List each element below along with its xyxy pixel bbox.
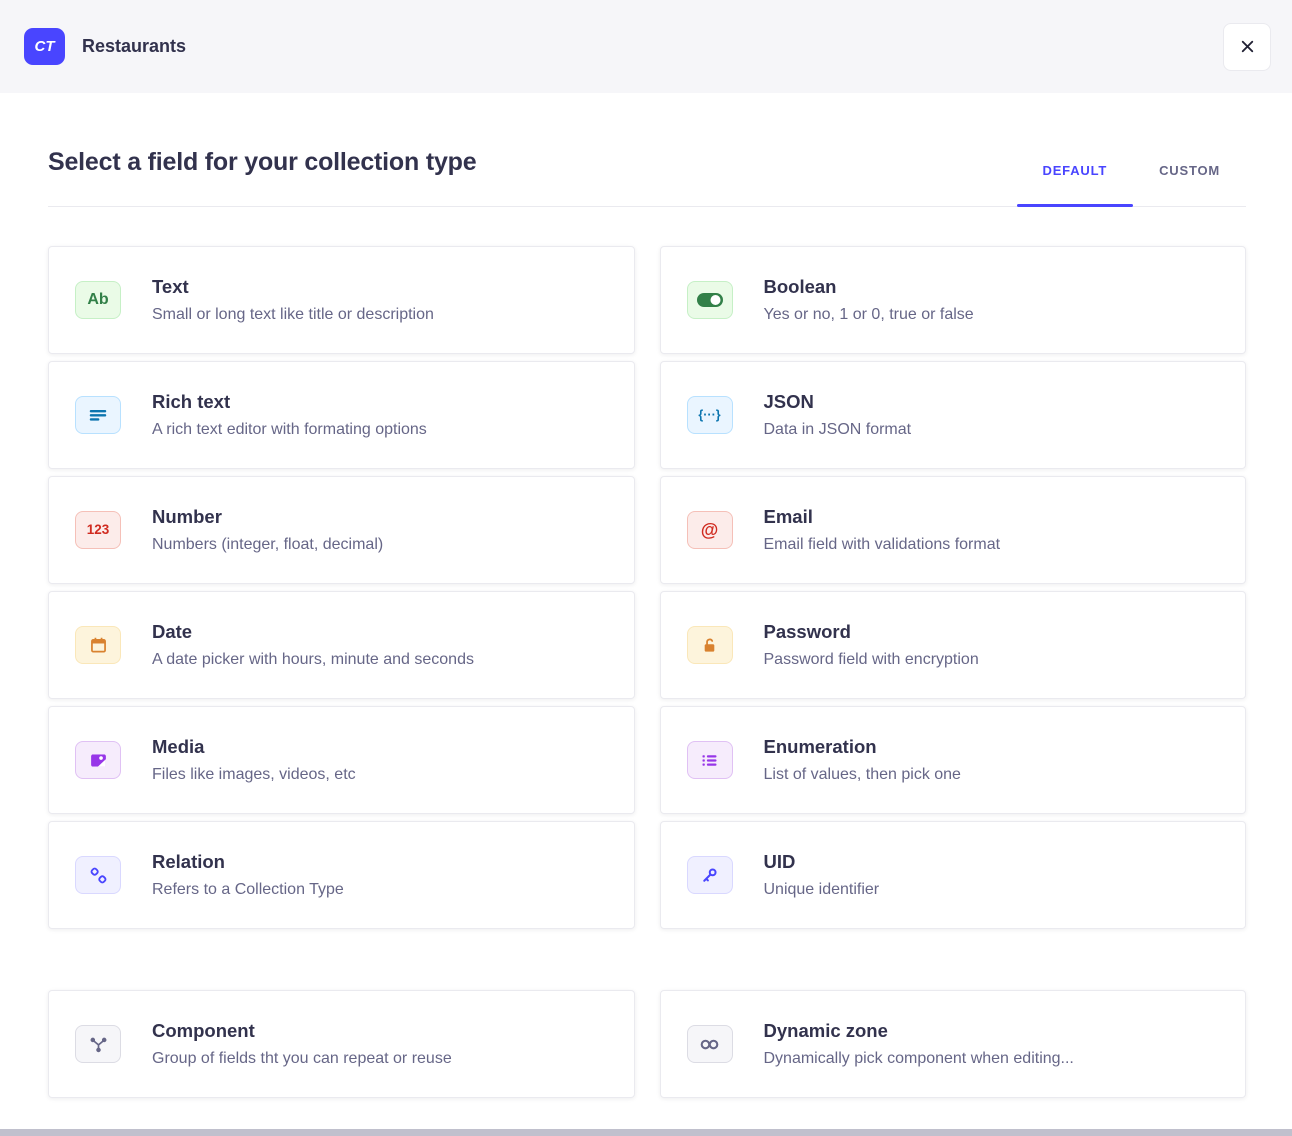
- email-at-icon: @: [687, 511, 733, 549]
- field-card-title: Dynamic zone: [764, 1019, 1074, 1042]
- json-braces-icon: {···}: [687, 396, 733, 434]
- field-card-description: Numbers (integer, float, decimal): [152, 534, 383, 555]
- field-card-title: Email: [764, 505, 1001, 528]
- tab-custom[interactable]: CUSTOM: [1133, 163, 1246, 206]
- field-card-title: Boolean: [764, 275, 974, 298]
- field-grid: Ab Text Small or long text like title or…: [48, 246, 1246, 929]
- field-card-title: JSON: [764, 390, 912, 413]
- field-card-description: Password field with encryption: [764, 649, 979, 670]
- field-card-title: Password: [764, 620, 979, 643]
- field-card-text[interactable]: Ab Text Small or long text like title or…: [48, 246, 635, 354]
- infinity-icon: [687, 1025, 733, 1063]
- field-card-dynamiczone[interactable]: Dynamic zone Dynamically pick component …: [660, 990, 1247, 1098]
- add-field-modal: CT Restaurants Select a field for your c…: [0, 0, 1292, 1136]
- field-card-description: Unique identifier: [764, 879, 880, 900]
- field-card-boolean[interactable]: Boolean Yes or no, 1 or 0, true or false: [660, 246, 1247, 354]
- field-card-title: Rich text: [152, 390, 427, 413]
- field-card-number[interactable]: 123 Number Numbers (integer, float, deci…: [48, 476, 635, 584]
- padlock-icon: [687, 626, 733, 664]
- field-card-enumeration[interactable]: Enumeration List of values, then pick on…: [660, 706, 1247, 814]
- tab-default[interactable]: DEFAULT: [1017, 163, 1134, 206]
- title-row: Select a field for your collection type …: [48, 147, 1246, 207]
- field-card-description: Data in JSON format: [764, 419, 912, 440]
- field-card-description: Refers to a Collection Type: [152, 879, 344, 900]
- field-card-description: Files like images, videos, etc: [152, 764, 356, 785]
- field-card-title: Number: [152, 505, 383, 528]
- number-123-icon: 123: [75, 511, 121, 549]
- field-card-richtext[interactable]: Rich text A rich text editor with format…: [48, 361, 635, 469]
- field-card-json[interactable]: {···} JSON Data in JSON format: [660, 361, 1247, 469]
- modal-body: Select a field for your collection type …: [0, 147, 1292, 1098]
- field-card-email[interactable]: @ Email Email field with validations for…: [660, 476, 1247, 584]
- field-card-description: List of values, then pick one: [764, 764, 961, 785]
- field-card-component[interactable]: Component Group of fields tht you can re…: [48, 990, 635, 1098]
- field-card-uid[interactable]: UID Unique identifier: [660, 821, 1247, 929]
- close-icon: [1238, 37, 1257, 56]
- field-card-title: Relation: [152, 850, 344, 873]
- tab-bar: DEFAULT CUSTOM: [1017, 163, 1246, 206]
- field-card-title: Component: [152, 1019, 452, 1042]
- field-card-relation[interactable]: Relation Refers to a Collection Type: [48, 821, 635, 929]
- close-button[interactable]: [1223, 23, 1271, 71]
- content-type-badge: CT: [24, 28, 65, 65]
- content-type-title: Restaurants: [82, 36, 186, 57]
- boolean-toggle-icon: [687, 281, 733, 319]
- key-icon: [687, 856, 733, 894]
- field-card-description: Group of fields tht you can repeat or re…: [152, 1048, 452, 1069]
- field-card-title: UID: [764, 850, 880, 873]
- branch-nodes-icon: [75, 1025, 121, 1063]
- picture-icon: [75, 741, 121, 779]
- modal-header: CT Restaurants: [0, 0, 1292, 93]
- field-card-password[interactable]: Password Password field with encryption: [660, 591, 1247, 699]
- chain-link-icon: [75, 856, 121, 894]
- field-card-title: Date: [152, 620, 474, 643]
- header-left: CT Restaurants: [24, 28, 186, 65]
- field-card-description: Dynamically pick component when editing.…: [764, 1048, 1074, 1069]
- footer-edge: [0, 1129, 1292, 1136]
- calendar-icon: [75, 626, 121, 664]
- field-card-description: A date picker with hours, minute and sec…: [152, 649, 474, 670]
- field-card-description: A rich text editor with formating option…: [152, 419, 427, 440]
- field-card-title: Text: [152, 275, 434, 298]
- field-card-description: Small or long text like title or descrip…: [152, 304, 434, 325]
- field-card-media[interactable]: Media Files like images, videos, etc: [48, 706, 635, 814]
- field-card-description: Email field with validations format: [764, 534, 1001, 555]
- field-card-description: Yes or no, 1 or 0, true or false: [764, 304, 974, 325]
- bullet-list-icon: [687, 741, 733, 779]
- rich-text-lines-icon: [75, 396, 121, 434]
- advanced-field-grid: Component Group of fields tht you can re…: [48, 990, 1246, 1098]
- field-card-title: Enumeration: [764, 735, 961, 758]
- field-card-title: Media: [152, 735, 356, 758]
- modal-title: Select a field for your collection type: [48, 147, 476, 177]
- field-card-date[interactable]: Date A date picker with hours, minute an…: [48, 591, 635, 699]
- text-field-icon: Ab: [75, 281, 121, 319]
